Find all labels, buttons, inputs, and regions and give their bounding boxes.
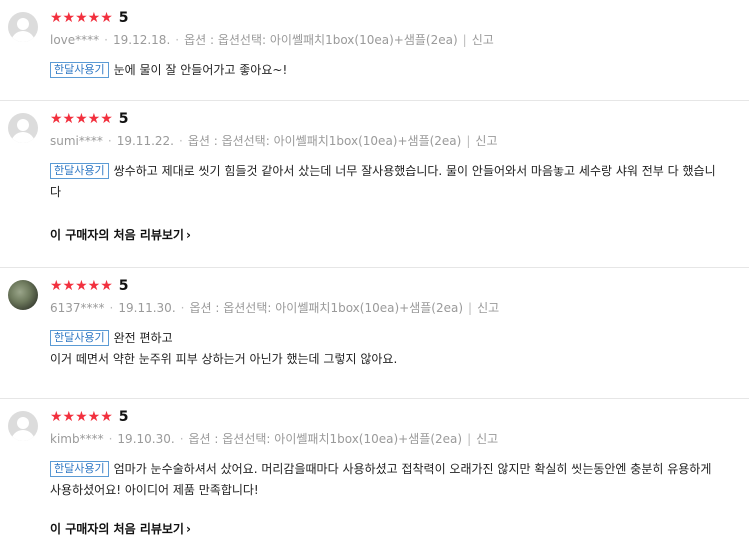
first-review-link[interactable]: 이 구매자의 처음 리뷰보기 › (50, 521, 191, 537)
review-option: 옵션 : 옵션선택: 아이쎌패치1box(10ea)+샘플(2ea) (187, 134, 462, 148)
review-item: ★★★★★ 5 6137**** · 19.11.30. · 옵션 : 옵션선택: 아이… (0, 268, 749, 399)
review-meta: kimb**** · 19.10.30. · 옵션 : 옵션선택: 아이쎌패치1box(… (50, 432, 499, 446)
star-rating-icon: ★★★★★ (50, 409, 113, 425)
report-link[interactable]: 신고 (477, 301, 499, 315)
review-text: 엄마가 눈수술하셔서 샀어요. 머리감을때마다 사용하셨고 접착력이 오래가진 … (50, 462, 712, 497)
rating: ★★★★★ 5 (50, 110, 129, 128)
review-option: 옵션 : 옵션선택: 아이쎌패치1box(10ea)+샘플(2ea) (189, 301, 464, 315)
report-link[interactable]: 신고 (472, 33, 494, 47)
avatar (8, 411, 38, 441)
review-text: 완전 편하고 (113, 331, 173, 345)
first-review-link[interactable]: 이 구매자의 처음 리뷰보기 › (50, 227, 191, 243)
review-text: 쌍수하고 제대로 씻기 힘들것 같아서 샀는데 너무 잘사용했습니다. 물이 안… (50, 164, 716, 199)
review-item: ★★★★★ 5 love**** · 19.12.18. · 옵션 : 옵션선택: 아이… (0, 0, 749, 101)
review-option: 옵션 : 옵션선택: 아이쎌패치1box(10ea)+샘플(2ea) (184, 33, 458, 47)
first-review-label: 이 구매자의 처음 리뷰보기 (50, 522, 184, 536)
review-option: 옵션 : 옵션선택: 아이쎌패치1box(10ea)+샘플(2ea) (188, 432, 463, 446)
rating-score: 5 (118, 278, 129, 294)
review-date: 19.10.30. (117, 432, 175, 446)
review-date: 19.11.22. (116, 134, 174, 148)
review-date: 19.12.18. (113, 33, 171, 47)
month-use-badge: 한달사용기 (50, 163, 109, 179)
chevron-right-icon: › (185, 522, 191, 536)
review-text-line2: 이거 떼면서 약한 눈주위 피부 상하는거 아닌가 했는데 그렇지 않아요. (50, 352, 398, 366)
review-content: 한달사용기 눈에 물이 잘 안들어가고 좋아요~! (50, 60, 720, 81)
star-rating-icon: ★★★★★ (50, 278, 113, 294)
rating-score: 5 (118, 409, 129, 425)
review-date: 19.11.30. (118, 301, 176, 315)
month-use-badge: 한달사용기 (50, 330, 109, 346)
review-content: 한달사용기 엄마가 눈수술하셔서 샀어요. 머리감을때마다 사용하셨고 접착력이 … (50, 459, 720, 501)
reviewer-id: sumi**** (50, 134, 103, 148)
month-use-badge: 한달사용기 (50, 62, 109, 78)
month-use-badge: 한달사용기 (50, 461, 109, 477)
rating: ★★★★★ 5 (50, 408, 129, 426)
review-text: 눈에 물이 잘 안들어가고 좋아요~! (113, 63, 288, 77)
star-rating-icon: ★★★★★ (50, 111, 113, 127)
review-content: 한달사용기 쌍수하고 제대로 씻기 힘들것 같아서 샀는데 너무 잘사용했습니다.… (50, 161, 720, 203)
report-link[interactable]: 신고 (476, 432, 498, 446)
avatar (8, 280, 38, 310)
star-rating-icon: ★★★★★ (50, 10, 113, 26)
reviewer-id: love**** (50, 33, 100, 47)
first-review-label: 이 구매자의 처음 리뷰보기 (50, 228, 184, 242)
review-meta: love**** · 19.12.18. · 옵션 : 옵션선택: 아이쎌패치1box(… (50, 33, 494, 47)
report-link[interactable]: 신고 (475, 134, 497, 148)
reviewer-id: kimb**** (50, 432, 104, 446)
reviewer-id: 6137**** (50, 301, 105, 315)
chevron-right-icon: › (185, 228, 191, 242)
review-item: ★★★★★ 5 sumi**** · 19.11.22. · 옵션 : 옵션선택: 아이… (0, 101, 749, 268)
rating-score: 5 (118, 10, 129, 26)
avatar (8, 113, 38, 143)
rating: ★★★★★ 5 (50, 9, 129, 27)
review-meta: 6137**** · 19.11.30. · 옵션 : 옵션선택: 아이쎌패치1box(… (50, 301, 500, 315)
rating-score: 5 (118, 111, 129, 127)
rating: ★★★★★ 5 (50, 277, 129, 295)
review-content: 한달사용기 완전 편하고 이거 떼면서 약한 눈주위 피부 상하는거 아닌가 했는… (50, 328, 720, 370)
avatar (8, 12, 38, 42)
review-item: ★★★★★ 5 kimb**** · 19.10.30. · 옵션 : 옵션선택: 아이… (0, 399, 749, 549)
review-meta: sumi**** · 19.11.22. · 옵션 : 옵션선택: 아이쎌패치1box(… (50, 134, 498, 148)
